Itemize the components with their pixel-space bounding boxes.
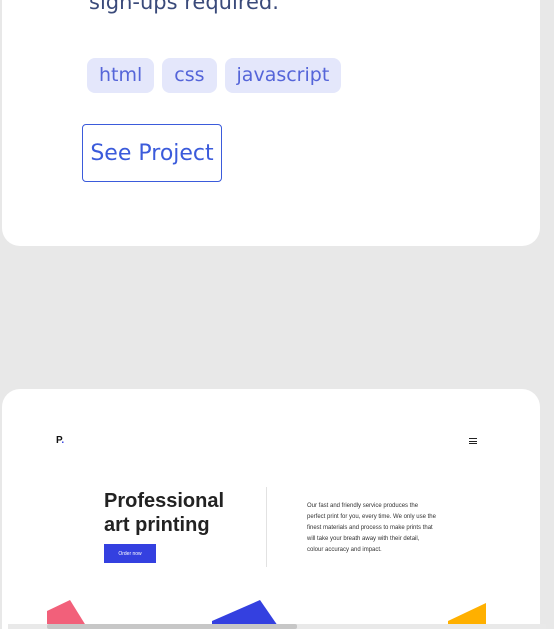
project-card-preview: P. Professional art printing Order now O… <box>2 389 540 629</box>
project-description: sign-ups required. <box>89 0 279 14</box>
page-viewport: sign-ups required. html css javascript S… <box>0 0 554 629</box>
tag-javascript: javascript <box>224 58 342 93</box>
project-preview-image[interactable]: P. Professional art printing Order now O… <box>2 389 540 629</box>
tag-list: html css javascript <box>87 58 342 93</box>
see-project-button[interactable]: See Project <box>82 124 222 182</box>
preview-decorative-shapes <box>47 600 486 629</box>
tag-html: html <box>87 58 155 93</box>
project-card: sign-ups required. html css javascript S… <box>2 0 540 246</box>
tag-css: css <box>162 58 217 93</box>
horizontal-scrollbar-thumb[interactable] <box>47 624 297 629</box>
